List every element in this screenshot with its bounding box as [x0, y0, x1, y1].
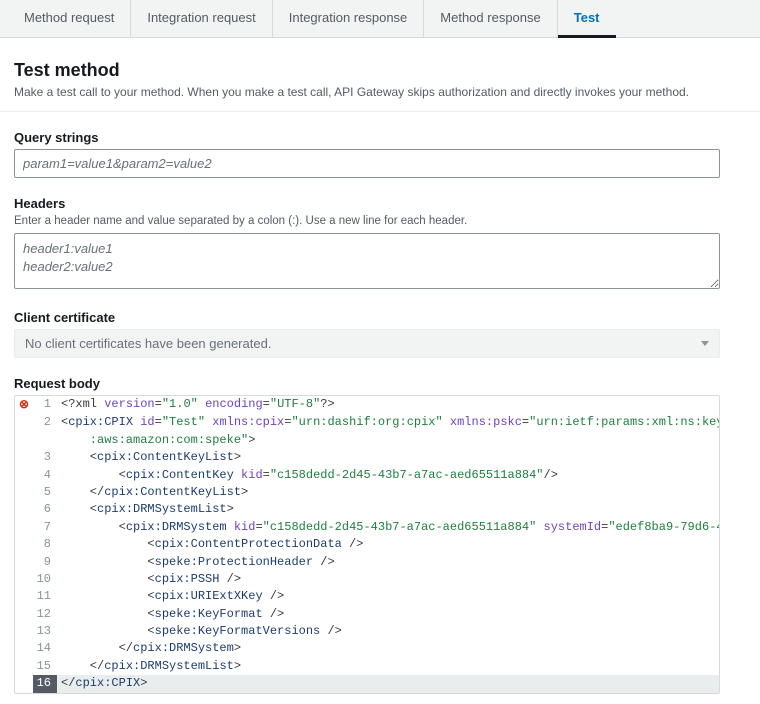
- line-number: 4: [33, 467, 57, 484]
- code-line[interactable]: :aws:amazon:com:speke">: [15, 432, 719, 449]
- code-line[interactable]: 8 <cpix:ContentProtectionData />: [15, 536, 719, 553]
- code-line[interactable]: 7 <cpix:DRMSystem kid="c158dedd-2d45-43b…: [15, 519, 719, 536]
- line-number: 11: [33, 588, 57, 605]
- tab-method-response[interactable]: Method response: [424, 0, 557, 37]
- error-icon: [15, 640, 33, 641]
- client-certificate-label: Client certificate: [14, 310, 746, 325]
- query-strings-input[interactable]: [14, 149, 720, 178]
- error-icon: [15, 554, 33, 555]
- code-content: <cpix:ContentKey kid="c158dedd-2d45-43b7…: [57, 467, 719, 484]
- tabs: Method request Integration request Integ…: [0, 0, 760, 38]
- error-icon: [15, 519, 33, 520]
- error-icon: ⊗: [15, 396, 33, 414]
- divider: [0, 111, 760, 112]
- line-number: 7: [33, 519, 57, 536]
- headers-hint: Enter a header name and value separated …: [14, 215, 746, 227]
- line-number: 6: [33, 501, 57, 518]
- code-content: <cpix:URIExtXKey />: [57, 588, 719, 605]
- error-icon: [15, 467, 33, 468]
- error-icon: [15, 414, 33, 415]
- error-icon: [15, 588, 33, 589]
- line-number: 13: [33, 623, 57, 640]
- error-icon: [15, 675, 33, 676]
- code-content: <cpix:CPIX id="Test" xmlns:cpix="urn:das…: [57, 414, 720, 431]
- code-line[interactable]: 16</cpix:CPIX>: [15, 675, 719, 692]
- code-content: </cpix:CPIX>: [57, 675, 719, 692]
- code-content: <speke:KeyFormatVersions />: [57, 623, 719, 640]
- code-content: <cpix:DRMSystemList>: [57, 501, 719, 518]
- tab-method-request[interactable]: Method request: [8, 0, 131, 37]
- client-certificate-dropdown[interactable]: No client certificates have been generat…: [14, 329, 720, 358]
- code-content: </cpix:ContentKeyList>: [57, 484, 719, 501]
- error-icon: [15, 658, 33, 659]
- tab-integration-request[interactable]: Integration request: [131, 0, 272, 37]
- code-line[interactable]: 10 <cpix:PSSH />: [15, 571, 719, 588]
- code-content: </cpix:DRMSystemList>: [57, 658, 719, 675]
- chevron-down-icon: [701, 341, 709, 346]
- code-content: <speke:ProtectionHeader />: [57, 554, 719, 571]
- code-line[interactable]: 14 </cpix:DRMSystem>: [15, 640, 719, 657]
- code-line[interactable]: ⊗1<?xml version="1.0" encoding="UTF-8"?>: [15, 396, 719, 414]
- line-number: 8: [33, 536, 57, 553]
- page-description: Make a test call to your method. When yo…: [14, 85, 746, 99]
- code-content: <?xml version="1.0" encoding="UTF-8"?>: [57, 396, 719, 413]
- line-number: 16: [33, 675, 57, 692]
- line-number: 14: [33, 640, 57, 657]
- code-line[interactable]: 3 <cpix:ContentKeyList>: [15, 449, 719, 466]
- request-body-editor[interactable]: ⊗1<?xml version="1.0" encoding="UTF-8"?>…: [14, 395, 720, 694]
- code-content: <cpix:DRMSystem kid="c158dedd-2d45-43b7-…: [57, 519, 720, 536]
- headers-label: Headers: [14, 196, 746, 211]
- tab-integration-response[interactable]: Integration response: [273, 0, 425, 37]
- error-icon: [15, 484, 33, 485]
- line-number: 10: [33, 571, 57, 588]
- headers-input[interactable]: [14, 233, 720, 289]
- code-line[interactable]: 9 <speke:ProtectionHeader />: [15, 554, 719, 571]
- page-title: Test method: [14, 60, 746, 81]
- error-icon: [15, 571, 33, 572]
- code-line[interactable]: 6 <cpix:DRMSystemList>: [15, 501, 719, 518]
- request-body-label: Request body: [14, 376, 746, 391]
- code-line[interactable]: 11 <cpix:URIExtXKey />: [15, 588, 719, 605]
- error-icon: [15, 536, 33, 537]
- line-number: 5: [33, 484, 57, 501]
- code-content: <cpix:PSSH />: [57, 571, 719, 588]
- code-content: </cpix:DRMSystem>: [57, 640, 719, 657]
- code-line[interactable]: 2<cpix:CPIX id="Test" xmlns:cpix="urn:da…: [15, 414, 719, 431]
- line-number: 3: [33, 449, 57, 466]
- code-line[interactable]: 5 </cpix:ContentKeyList>: [15, 484, 719, 501]
- error-icon: [15, 606, 33, 607]
- error-icon: [15, 449, 33, 450]
- code-line[interactable]: 13 <speke:KeyFormatVersions />: [15, 623, 719, 640]
- line-number: 9: [33, 554, 57, 571]
- tab-test[interactable]: Test: [558, 0, 616, 38]
- error-icon: [15, 623, 33, 624]
- code-content: <cpix:ContentProtectionData />: [57, 536, 719, 553]
- code-content: <speke:KeyFormat />: [57, 606, 719, 623]
- code-line[interactable]: 15 </cpix:DRMSystemList>: [15, 658, 719, 675]
- code-content: <cpix:ContentKeyList>: [57, 449, 719, 466]
- test-method-panel: Test method Make a test call to your met…: [0, 38, 760, 704]
- query-strings-label: Query strings: [14, 130, 746, 145]
- line-number: 2: [33, 414, 57, 431]
- line-number: 12: [33, 606, 57, 623]
- code-line[interactable]: 12 <speke:KeyFormat />: [15, 606, 719, 623]
- line-number: 15: [33, 658, 57, 675]
- code-content: :aws:amazon:com:speke">: [57, 432, 719, 449]
- line-number: 1: [33, 396, 57, 413]
- client-certificate-message: No client certificates have been generat…: [25, 336, 271, 351]
- error-icon: [15, 432, 33, 433]
- error-icon: [15, 501, 33, 502]
- code-line[interactable]: 4 <cpix:ContentKey kid="c158dedd-2d45-43…: [15, 467, 719, 484]
